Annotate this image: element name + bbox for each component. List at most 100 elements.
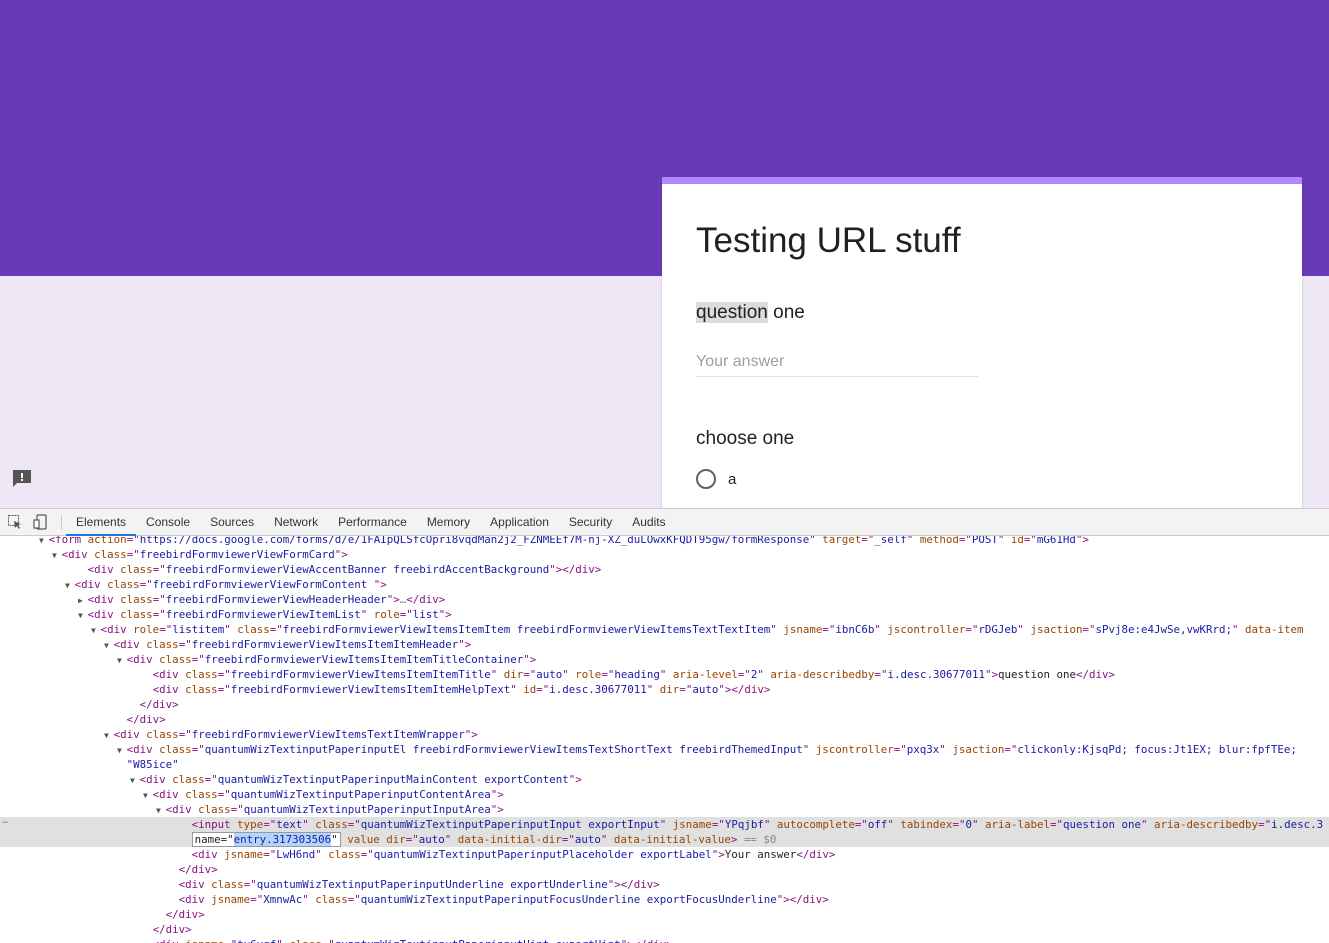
- code-token: class: [198, 803, 231, 816]
- code-token: sPvj8e:e4JwSe,vwKRrd;: [1095, 623, 1232, 636]
- code-token: rDGJeb: [978, 623, 1018, 636]
- option-a-label[interactable]: a: [728, 471, 736, 488]
- dom-node-line[interactable]: ▼ <div class="quantumWizTextinputPaperin…: [0, 772, 1329, 787]
- collapse-triangle-icon[interactable]: ▼: [130, 776, 140, 785]
- collapse-triangle-icon[interactable]: ▼: [65, 581, 75, 590]
- dom-node-line[interactable]: <div jsname="ty6ygf" class="quantumWizTe…: [0, 937, 1329, 943]
- collapse-triangle-icon[interactable]: ▼: [91, 626, 101, 635]
- dom-node-selected[interactable]: <input type="text" class="quantumWizText…: [0, 817, 1329, 832]
- dom-node-line[interactable]: <div class="freebirdFormviewerViewItemsI…: [0, 667, 1329, 682]
- dom-node-line[interactable]: ▼ <div class="freebirdFormviewerViewForm…: [0, 547, 1329, 562]
- dom-node-line[interactable]: ▼ <form action="https://docs.google.com/…: [0, 536, 1329, 547]
- dom-node-line[interactable]: ▼ <div class="freebirdFormviewerViewItem…: [0, 727, 1329, 742]
- code-token: =": [861, 536, 875, 546]
- dom-node-line[interactable]: ▼ <div class="quantumWizTextinputPaperin…: [0, 787, 1329, 802]
- code-token: ": [809, 536, 823, 546]
- dom-node-line[interactable]: ▼ <div class="freebirdFormviewerViewForm…: [0, 577, 1329, 592]
- dom-node-line[interactable]: ▼ <div class="quantumWizTextinputPaperin…: [0, 802, 1329, 817]
- feedback-icon[interactable]: [11, 469, 33, 489]
- form-card: Testing URL stuff question one choose on…: [662, 177, 1302, 508]
- code-token: =": [152, 608, 166, 621]
- dom-node-line[interactable]: </div>: [0, 712, 1329, 727]
- tab-application[interactable]: Application: [480, 509, 559, 536]
- code-token: ": [659, 668, 673, 681]
- tab-performance[interactable]: Performance: [328, 509, 417, 536]
- tab-security[interactable]: Security: [559, 509, 622, 536]
- code-token: =": [952, 818, 966, 831]
- code-token: =": [243, 878, 257, 891]
- dom-node-line[interactable]: <div class="quantumWizTextinputPaperinpu…: [0, 877, 1329, 892]
- device-toolbar-icon[interactable]: [33, 514, 49, 530]
- code-token: =": [822, 623, 836, 636]
- code-token: id: [523, 683, 537, 696]
- dom-node-line[interactable]: </div>: [0, 922, 1329, 937]
- option-a-radio[interactable]: [696, 469, 716, 489]
- dom-node-line[interactable]: </div>: [0, 907, 1329, 922]
- code-token: <div: [87, 593, 121, 606]
- collapse-triangle-icon[interactable]: ▼: [156, 806, 166, 815]
- code-token: dir: [659, 683, 680, 696]
- dom-node-line[interactable]: <div jsname="XmnwAc" class="quantumWizTe…: [0, 892, 1329, 907]
- code-token: <form: [48, 536, 88, 546]
- tab-network[interactable]: Network: [264, 509, 328, 536]
- code-token: freebirdFormviewerViewItemsItemItemTitle: [230, 668, 491, 681]
- collapse-triangle-icon[interactable]: ▼: [117, 746, 127, 755]
- dom-node-line[interactable]: </div>: [0, 862, 1329, 877]
- code-token: autocomplete: [776, 818, 855, 831]
- code-token: method: [919, 536, 959, 546]
- code-token: quantumWizTextinputPaperinputContentArea: [230, 788, 491, 801]
- code-token: dir: [386, 833, 406, 846]
- code-token: tabindex: [900, 818, 953, 831]
- tab-memory[interactable]: Memory: [417, 509, 480, 536]
- dom-node-line[interactable]: ▼ <div class="freebirdFormviewerViewItem…: [0, 637, 1329, 652]
- selected-node-marker[interactable]: …: [2, 815, 8, 826]
- question-one-answer-input[interactable]: [696, 347, 978, 377]
- dom-node-line[interactable]: ▼ <div class="quantumWizTextinputPaperin…: [0, 742, 1329, 757]
- code-token: ": [997, 536, 1011, 546]
- tab-audits[interactable]: Audits: [622, 509, 675, 536]
- code-token: =": [152, 593, 166, 606]
- code-token: class: [315, 818, 348, 831]
- code-token: "W85ice": [126, 758, 179, 771]
- tab-console[interactable]: Console: [136, 509, 200, 536]
- code-token: jsname: [672, 818, 712, 831]
- dom-node-line[interactable]: ▼ <div role="listitem" class="freebirdFo…: [0, 622, 1329, 637]
- code-token: ">: [334, 548, 348, 561]
- dom-node-line[interactable]: <div jsname="LwH6nd" class="quantumWizTe…: [0, 847, 1329, 862]
- code-token: Your answer: [724, 848, 797, 861]
- code-token: ": [562, 668, 576, 681]
- collapse-triangle-icon[interactable]: ▼: [104, 641, 114, 650]
- dom-node-selected[interactable]: name="entry.317303506" value dir="auto" …: [0, 832, 1329, 847]
- collapse-triangle-icon[interactable]: ▼: [117, 656, 127, 665]
- code-token: mG61Hd: [1036, 536, 1076, 546]
- code-token: </div>: [165, 908, 205, 921]
- attribute-edit-box[interactable]: name="entry.317303506": [191, 832, 341, 847]
- dom-node-line[interactable]: </div>: [0, 697, 1329, 712]
- code-token: ": [802, 743, 816, 756]
- inspect-element-icon[interactable]: [7, 514, 23, 530]
- code-token: =": [126, 536, 140, 546]
- dom-node-line[interactable]: ▶ <div class="freebirdFormviewerViewHead…: [0, 592, 1329, 607]
- tab-elements[interactable]: Elements: [66, 509, 137, 536]
- collapse-triangle-icon[interactable]: ▼: [52, 551, 62, 560]
- dom-node-line[interactable]: <div class="freebirdFormviewerViewItemsI…: [0, 682, 1329, 697]
- question-one-title-highlight: question: [696, 302, 768, 323]
- collapse-triangle-icon[interactable]: ▼: [143, 791, 153, 800]
- collapse-triangle-icon[interactable]: ▼: [78, 611, 88, 620]
- code-token: freebirdFormviewerViewFormCard: [139, 548, 335, 561]
- collapse-triangle-icon[interactable]: ▼: [104, 731, 114, 740]
- dom-node-line[interactable]: "W85ice": [0, 757, 1329, 772]
- code-token: class: [185, 788, 218, 801]
- collapse-triangle-icon[interactable]: ▼: [39, 536, 49, 545]
- entry-name-value[interactable]: entry.317303506: [233, 833, 332, 846]
- dom-node-line[interactable]: ▼ <div class="freebirdFormviewerViewItem…: [0, 652, 1329, 667]
- code-token: class: [120, 608, 153, 621]
- expand-triangle-icon[interactable]: ▶: [78, 596, 88, 605]
- code-token: question one: [1063, 818, 1142, 831]
- tab-sources[interactable]: Sources: [200, 509, 264, 536]
- dom-node-line[interactable]: <div class="freebirdFormviewerViewAccent…: [0, 562, 1329, 577]
- dom-node-line[interactable]: ▼ <div class="freebirdFormviewerViewItem…: [0, 607, 1329, 622]
